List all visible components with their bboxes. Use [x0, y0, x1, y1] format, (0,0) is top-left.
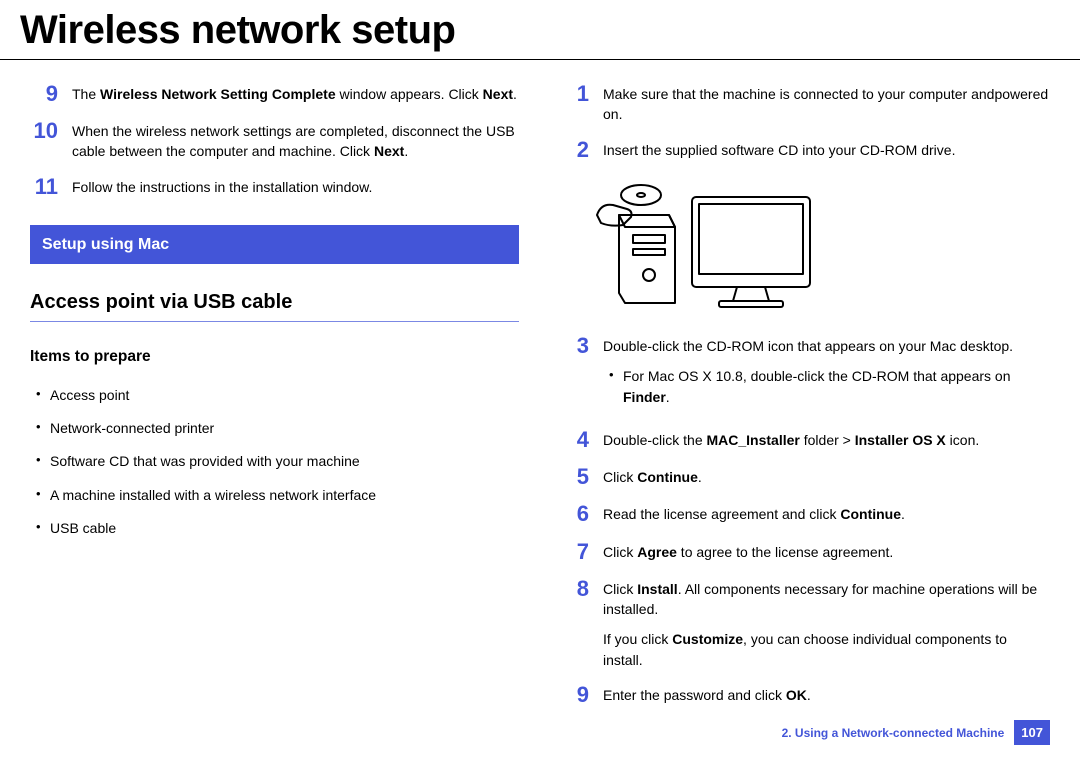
page-number: 107	[1014, 720, 1050, 745]
step-body: Enter the password and click OK.	[603, 683, 1050, 707]
list-item: A machine installed with a wireless netw…	[30, 485, 519, 505]
items-list: Access point Network-connected printer Sof…	[30, 385, 519, 538]
step-body: Insert the supplied software CD into you…	[603, 138, 1050, 162]
step-body: The Wireless Network Setting Complete wi…	[72, 82, 519, 106]
list-item: Software CD that was provided with your …	[30, 451, 519, 471]
left-column: 9 The Wireless Network Setting Complete w…	[30, 82, 519, 720]
footer-chapter: 2. Using a Network-connected Machine	[782, 726, 1005, 740]
heading-rule	[30, 321, 519, 322]
step-body: When the wireless network settings are c…	[72, 119, 519, 162]
step-number: 3	[561, 334, 589, 415]
list-item: Access point	[30, 385, 519, 405]
step: 9 Enter the password and click OK.	[561, 683, 1050, 707]
step-body: Double-click the CD-ROM icon that appear…	[603, 334, 1050, 415]
items-heading: Items to prepare	[30, 346, 519, 368]
computer-cd-illustration	[587, 175, 1050, 320]
step: 9 The Wireless Network Setting Complete w…	[30, 82, 519, 106]
step-number: 6	[561, 502, 589, 526]
page-title: Wireless network setup	[0, 0, 1080, 60]
list-item: For Mac OS X 10.8, double-click the CD-R…	[603, 366, 1050, 407]
step: 7 Click Agree to agree to the license agr…	[561, 540, 1050, 564]
step: 11 Follow the instructions in the install…	[30, 175, 519, 199]
section-banner: Setup using Mac	[30, 225, 519, 264]
step-body: Click Install. All components necessary …	[603, 577, 1050, 670]
step-number: 2	[561, 138, 589, 162]
step: 3Double-click the CD-ROM icon that appea…	[561, 334, 1050, 415]
step-number: 11	[30, 175, 58, 199]
step-number: 5	[561, 465, 589, 489]
step-number: 9	[30, 82, 58, 106]
step: 10 When the wireless network settings are…	[30, 119, 519, 162]
step: 4 Double-click the MAC_Installer folder >…	[561, 428, 1050, 452]
list-item: Network-connected printer	[30, 418, 519, 438]
step-body: Click Continue.	[603, 465, 1050, 489]
step-number: 1	[561, 82, 589, 125]
step-body: Click Agree to agree to the license agre…	[603, 540, 1050, 564]
step: 1 Make sure that the machine is connected…	[561, 82, 1050, 125]
step-number: 7	[561, 540, 589, 564]
content-columns: 9 The Wireless Network Setting Complete w…	[0, 60, 1080, 720]
step-number: 8	[561, 577, 589, 670]
step-number: 4	[561, 428, 589, 452]
step: 8Click Install. All components necessary…	[561, 577, 1050, 670]
page-footer: 2. Using a Network-connected Machine 107	[782, 720, 1050, 745]
left-steps: 9 The Wireless Network Setting Complete w…	[30, 82, 519, 199]
list-item: USB cable	[30, 518, 519, 538]
step: 2 Insert the supplied software CD into yo…	[561, 138, 1050, 162]
right-steps-a: 1 Make sure that the machine is connected…	[561, 82, 1050, 162]
step-body: Double-click the MAC_Installer folder > …	[603, 428, 1050, 452]
step: 5 Click Continue.	[561, 465, 1050, 489]
step-number: 10	[30, 119, 58, 162]
step-sublist: For Mac OS X 10.8, double-click the CD-R…	[603, 366, 1050, 407]
step-number: 9	[561, 683, 589, 707]
step-note: If you click Customize, you can choose i…	[603, 629, 1050, 670]
right-column: 1 Make sure that the machine is connected…	[561, 82, 1050, 720]
step-body: Follow the instructions in the installat…	[72, 175, 519, 199]
right-steps-b: 3Double-click the CD-ROM icon that appea…	[561, 334, 1050, 707]
step-body: Make sure that the machine is connected …	[603, 82, 1050, 125]
sub-heading: Access point via USB cable	[30, 288, 519, 317]
step-body: Read the license agreement and click Con…	[603, 502, 1050, 526]
step: 6 Read the license agreement and click Co…	[561, 502, 1050, 526]
